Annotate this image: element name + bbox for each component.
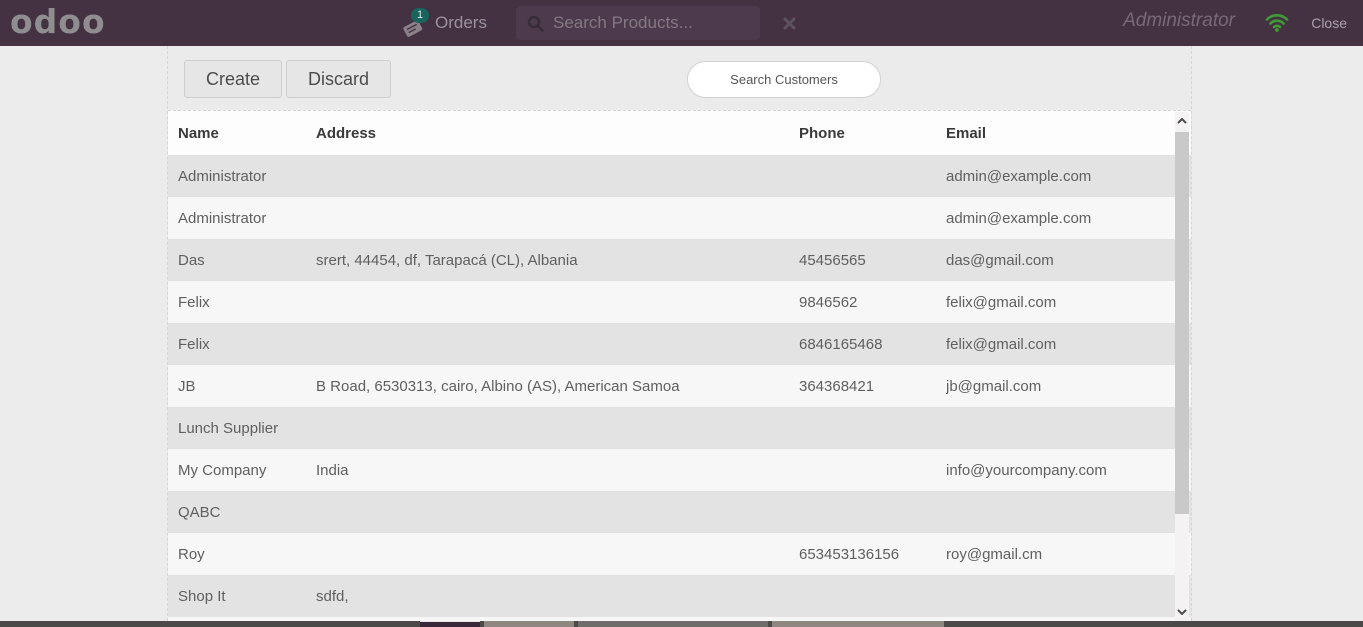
customer-email-cell: felix@gmail.com xyxy=(946,336,1191,353)
table-row[interactable]: QABC xyxy=(168,491,1191,533)
table-row[interactable]: Administrator admin@example.com xyxy=(168,155,1191,197)
customer-email-cell: admin@example.com xyxy=(946,210,1191,227)
customer-phone-cell: 364368421 xyxy=(799,378,946,395)
topbar: odoo 1 Orders xyxy=(0,0,1363,46)
table-row[interactable]: JB B Road, 6530313, cairo, Albino (AS), … xyxy=(168,365,1191,407)
taskbar-window-button[interactable] xyxy=(578,621,768,627)
customer-address-cell: India xyxy=(316,462,799,479)
customer-list-panel: Create Discard Name Address Phone Email … xyxy=(167,46,1192,621)
customer-phone-cell: 45456565 xyxy=(799,252,946,269)
customer-name-cell: Felix xyxy=(168,294,316,311)
table-row[interactable]: Das srert, 44454, df, Tarapacá (CL), Alb… xyxy=(168,239,1191,281)
customer-email-cell: roy@gmail.cm xyxy=(946,546,1191,563)
orders-count-badge: 1 xyxy=(411,8,429,23)
chevron-down-icon xyxy=(1177,609,1187,615)
customer-search-input[interactable] xyxy=(687,61,881,98)
scroll-down-button[interactable] xyxy=(1175,603,1189,621)
customer-name-cell: Roy xyxy=(168,546,316,563)
orders-button-label: Orders xyxy=(435,13,487,33)
customer-name-cell: Lunch Supplier xyxy=(168,420,316,437)
customer-phone-cell: 6846165468 xyxy=(799,336,946,353)
table-row[interactable]: Felix 6846165468 felix@gmail.com xyxy=(168,323,1191,365)
product-search-input[interactable] xyxy=(553,13,774,33)
orders-button[interactable]: 1 Orders xyxy=(402,0,487,46)
column-header-name: Name xyxy=(168,125,316,142)
product-search-box xyxy=(516,6,760,40)
customer-name-cell: Administrator xyxy=(168,168,316,185)
customer-name-cell: QABC xyxy=(168,504,316,521)
table-row[interactable]: My Company India info@yourcompany.com xyxy=(168,449,1191,491)
table-scrollbar[interactable] xyxy=(1175,112,1189,621)
table-row[interactable]: Shop It sdfd, xyxy=(168,575,1191,617)
column-header-address: Address xyxy=(316,125,799,142)
scrollbar-thumb[interactable] xyxy=(1175,132,1189,514)
customer-email-cell: das@gmail.com xyxy=(946,252,1191,269)
customer-table: Name Address Phone Email Administrator a… xyxy=(168,110,1191,621)
magnifier-icon xyxy=(527,15,544,32)
customer-email-cell: admin@example.com xyxy=(946,168,1191,185)
customer-address-cell: B Road, 6530313, cairo, Albino (AS), Ame… xyxy=(316,378,799,395)
customer-name-cell: Felix xyxy=(168,336,316,353)
customer-name-cell: Das xyxy=(168,252,316,269)
customer-name-cell: Administrator xyxy=(168,210,316,227)
wifi-signal-icon[interactable] xyxy=(1265,13,1289,37)
close-button[interactable]: Close xyxy=(1311,15,1347,31)
table-row[interactable]: Roy 653453136156 roy@gmail.cm xyxy=(168,533,1191,575)
customer-email-cell: jb@gmail.com xyxy=(946,378,1191,395)
chevron-up-icon xyxy=(1177,118,1187,124)
receipt-tag-icon: 1 xyxy=(402,8,428,38)
customer-name-cell: JB xyxy=(168,378,316,395)
customer-email-cell: felix@gmail.com xyxy=(946,294,1191,311)
table-row[interactable]: Lunch Supplier xyxy=(168,407,1191,449)
taskbar-window-button[interactable] xyxy=(772,621,944,627)
taskbar-window-button[interactable] xyxy=(420,621,480,627)
customer-phone-cell: 9846562 xyxy=(799,294,946,311)
table-row[interactable]: Administrator admin@example.com xyxy=(168,197,1191,239)
taskbar-window-button[interactable] xyxy=(484,621,574,627)
create-button[interactable]: Create xyxy=(184,60,282,98)
customer-name-cell: Shop It xyxy=(168,588,316,605)
table-row[interactable]: Felix 9846562 felix@gmail.com xyxy=(168,281,1191,323)
discard-button[interactable]: Discard xyxy=(286,60,391,98)
table-header-row: Name Address Phone Email xyxy=(168,111,1191,155)
username-label: Administrator xyxy=(1123,10,1235,32)
customer-address-cell: srert, 44454, df, Tarapacá (CL), Albania xyxy=(316,252,799,269)
taskbar-strip xyxy=(0,621,1363,627)
column-header-email: Email xyxy=(946,125,1191,142)
customer-table-body: Administrator admin@example.com Administ… xyxy=(168,155,1191,617)
scroll-up-button[interactable] xyxy=(1175,112,1189,130)
customer-phone-cell: 653453136156 xyxy=(799,546,946,563)
odoo-logo: odoo xyxy=(10,2,106,41)
clear-x-icon[interactable] xyxy=(783,17,796,30)
customer-address-cell: sdfd, xyxy=(316,588,799,605)
column-header-phone: Phone xyxy=(799,125,946,142)
customer-email-cell: info@yourcompany.com xyxy=(946,462,1191,479)
customer-name-cell: My Company xyxy=(168,462,316,479)
